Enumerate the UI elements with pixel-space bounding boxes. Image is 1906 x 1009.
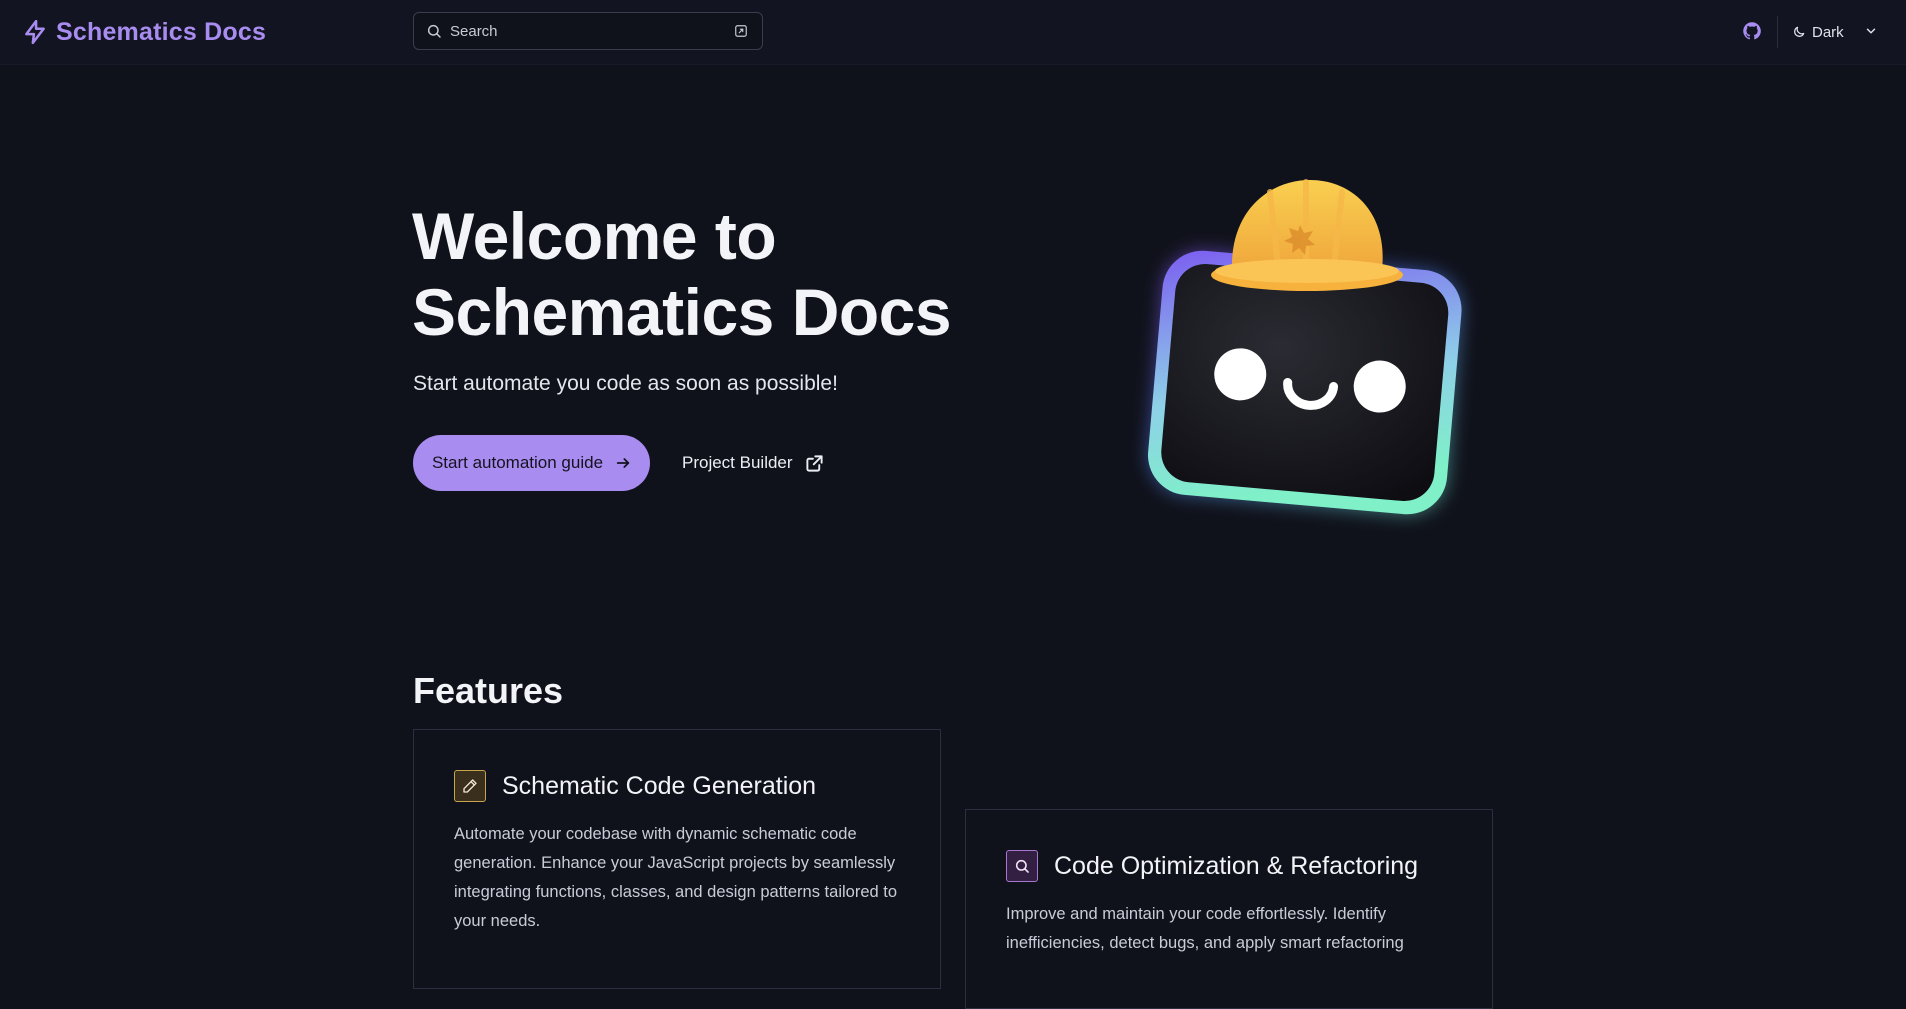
chevron-down-icon[interactable] [1864, 24, 1878, 38]
search-icon [1006, 850, 1038, 882]
start-automation-guide-button[interactable]: Start automation guide [413, 435, 650, 491]
feature-card-title: Code Optimization & Refactoring [1054, 852, 1419, 880]
search-box[interactable]: Search [413, 12, 763, 50]
top-navbar: Schematics Docs Search Dark [0, 0, 1906, 65]
brand-name: Schematics Docs [56, 17, 267, 46]
theme-label: Dark [1812, 23, 1844, 41]
brand-link[interactable]: Schematics Docs [22, 14, 266, 50]
arrow-right-icon [616, 458, 630, 468]
feature-card-title: Schematic Code Generation [502, 772, 817, 800]
external-link-icon [805, 454, 823, 472]
hero-title-line2: Schematics Docs [412, 275, 952, 349]
search-icon [427, 24, 441, 38]
pencil-icon [454, 770, 486, 802]
search-placeholder: Search [450, 22, 498, 40]
theme-toggle[interactable]: Dark [1792, 20, 1844, 44]
bolt-icon [25, 19, 45, 45]
hero-title: Welcome to Schematics Docs [412, 198, 1032, 350]
start-automation-guide-label: Start automation guide [431, 453, 604, 472]
feature-card-code-generation: Schematic Code Generation Automate your … [413, 729, 941, 989]
features-heading: Features [413, 670, 564, 711]
feature-card-code-optimization: Code Optimization & Refactoring Improve … [965, 809, 1493, 1009]
project-builder-label: Project Builder [682, 453, 793, 472]
hero-subtitle: Start automate you code as soon as possi… [413, 372, 838, 395]
feature-card-body: Improve and maintain your code effortles… [1006, 905, 1404, 952]
github-icon[interactable] [1742, 21, 1762, 41]
moon-icon [1794, 26, 1805, 37]
feature-card-body: Automate your codebase with dynamic sche… [454, 825, 898, 930]
hero-title-line1: Welcome to [412, 199, 777, 273]
navbar-divider [1777, 16, 1778, 48]
keyboard-shortcut-icon [735, 25, 747, 37]
project-builder-link[interactable]: Project Builder [682, 449, 824, 477]
mascot-robot-illustration [1148, 179, 1462, 515]
